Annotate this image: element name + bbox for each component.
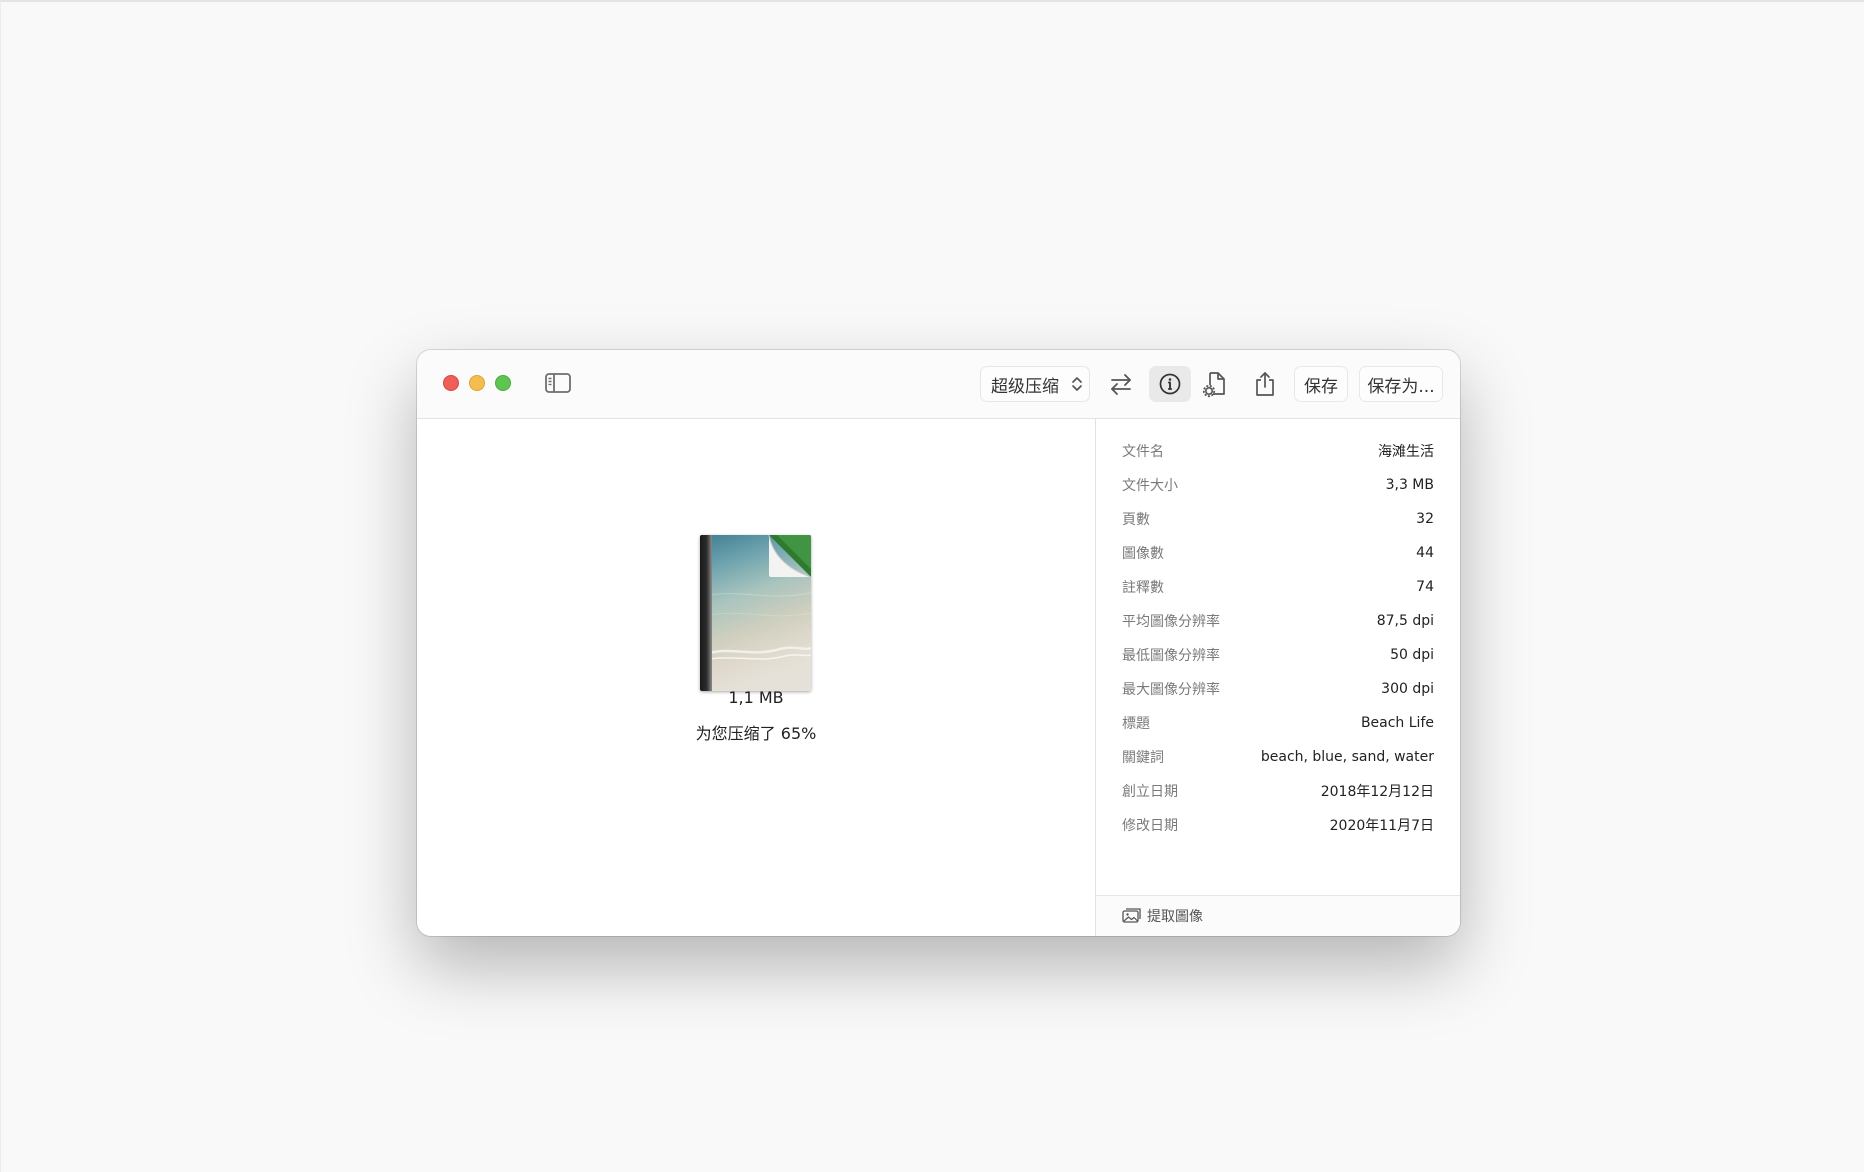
- compression-saved-label: 为您压缩了 65%: [695, 724, 817, 743]
- info-key: 註釋數: [1122, 580, 1164, 596]
- zoom-window-button[interactable]: [495, 375, 511, 391]
- close-window-button[interactable]: [443, 375, 459, 391]
- share-button[interactable]: [1244, 366, 1286, 402]
- document-settings-button[interactable]: [1194, 366, 1236, 402]
- info-value: 32: [1416, 511, 1434, 527]
- info-value: beach, blue, sand, water: [1260, 749, 1434, 765]
- compare-button[interactable]: [1100, 366, 1142, 402]
- info-row-avg-resolution: 平均圖像分辨率 87,5 dpi: [1122, 609, 1434, 633]
- info-value: 海滩生活: [1378, 444, 1434, 460]
- info-value: 87,5 dpi: [1376, 613, 1434, 629]
- info-value: 2020年11月7日: [1329, 818, 1434, 834]
- info-row-annotations: 註釋數 74: [1122, 575, 1434, 599]
- info-key: 創立日期: [1122, 784, 1178, 800]
- extract-images-label: 提取圖像: [1147, 909, 1203, 925]
- save-as-button-label: 保存为...: [1367, 376, 1435, 397]
- info-inspector: 文件名 海滩生活 文件大小 3,3 MB 頁數 32 圖像數 44 註釋數 74…: [1095, 419, 1460, 936]
- app-window: 超级压缩 保存 保存为... 1,1 MB 为您压缩了 65% 文件名 海滩生活…: [417, 350, 1460, 936]
- extract-images-icon: [1122, 908, 1141, 923]
- info-icon: [1159, 373, 1181, 395]
- info-value: 2018年12月12日: [1320, 784, 1434, 800]
- info-key: 關鍵詞: [1122, 750, 1164, 766]
- compression-mode-popup[interactable]: 超级压缩: [980, 366, 1090, 402]
- info-value: 50 dpi: [1390, 647, 1434, 663]
- info-row-pages: 頁數 32: [1122, 507, 1434, 531]
- inspector-footer: 提取圖像: [1096, 895, 1460, 936]
- info-key: 標題: [1122, 716, 1150, 732]
- info-key: 平均圖像分辨率: [1122, 614, 1220, 630]
- info-row-modified: 修改日期 2020年11月7日: [1122, 813, 1434, 837]
- info-key: 頁數: [1122, 512, 1150, 528]
- preview-pane: 1,1 MB 为您压缩了 65%: [417, 419, 1095, 936]
- info-value: 44: [1416, 545, 1434, 561]
- window-toolbar: 超级压缩 保存 保存为...: [417, 350, 1460, 419]
- info-key: 最大圖像分辨率: [1122, 682, 1220, 698]
- info-key: 修改日期: [1122, 818, 1178, 834]
- beach-cover-image: [700, 535, 811, 691]
- info-button[interactable]: [1149, 366, 1191, 402]
- info-key: 最低圖像分辨率: [1122, 648, 1220, 664]
- info-row-created: 創立日期 2018年12月12日: [1122, 779, 1434, 803]
- info-value: Beach Life: [1360, 715, 1434, 731]
- extract-images-button[interactable]: 提取圖像: [1122, 905, 1203, 927]
- compressed-size-label: 1,1 MB: [728, 688, 784, 707]
- swap-arrows-icon: [1111, 374, 1131, 395]
- info-row-title: 標題 Beach Life: [1122, 711, 1434, 735]
- info-key: 文件大小: [1122, 478, 1178, 494]
- sidebar-toggle-button[interactable]: [543, 370, 573, 396]
- info-value: 3,3 MB: [1385, 477, 1434, 493]
- info-row-filename: 文件名 海滩生活: [1122, 439, 1434, 463]
- sidebar-toggle-icon: [545, 373, 571, 393]
- minimize-window-button[interactable]: [469, 375, 485, 391]
- compression-mode-label: 超级压缩: [991, 376, 1059, 397]
- info-row-images: 圖像數 44: [1122, 541, 1434, 565]
- info-key: 文件名: [1122, 444, 1164, 460]
- save-button-label: 保存: [1304, 376, 1338, 397]
- info-row-min-resolution: 最低圖像分辨率 50 dpi: [1122, 643, 1434, 667]
- chevron-updown-icon: [1072, 377, 1082, 391]
- info-row-filesize: 文件大小 3,3 MB: [1122, 473, 1434, 497]
- info-key: 圖像數: [1122, 546, 1164, 562]
- info-value: 74: [1416, 579, 1434, 595]
- save-as-button[interactable]: 保存为...: [1359, 366, 1443, 402]
- document-settings-icon: [1202, 372, 1225, 398]
- info-row-keywords: 關鍵詞 beach, blue, sand, water: [1122, 745, 1434, 769]
- info-row-max-resolution: 最大圖像分辨率 300 dpi: [1122, 677, 1434, 701]
- info-value: 300 dpi: [1381, 681, 1434, 697]
- save-button[interactable]: 保存: [1294, 366, 1348, 402]
- document-thumbnail: [700, 535, 811, 691]
- share-icon: [1256, 372, 1274, 396]
